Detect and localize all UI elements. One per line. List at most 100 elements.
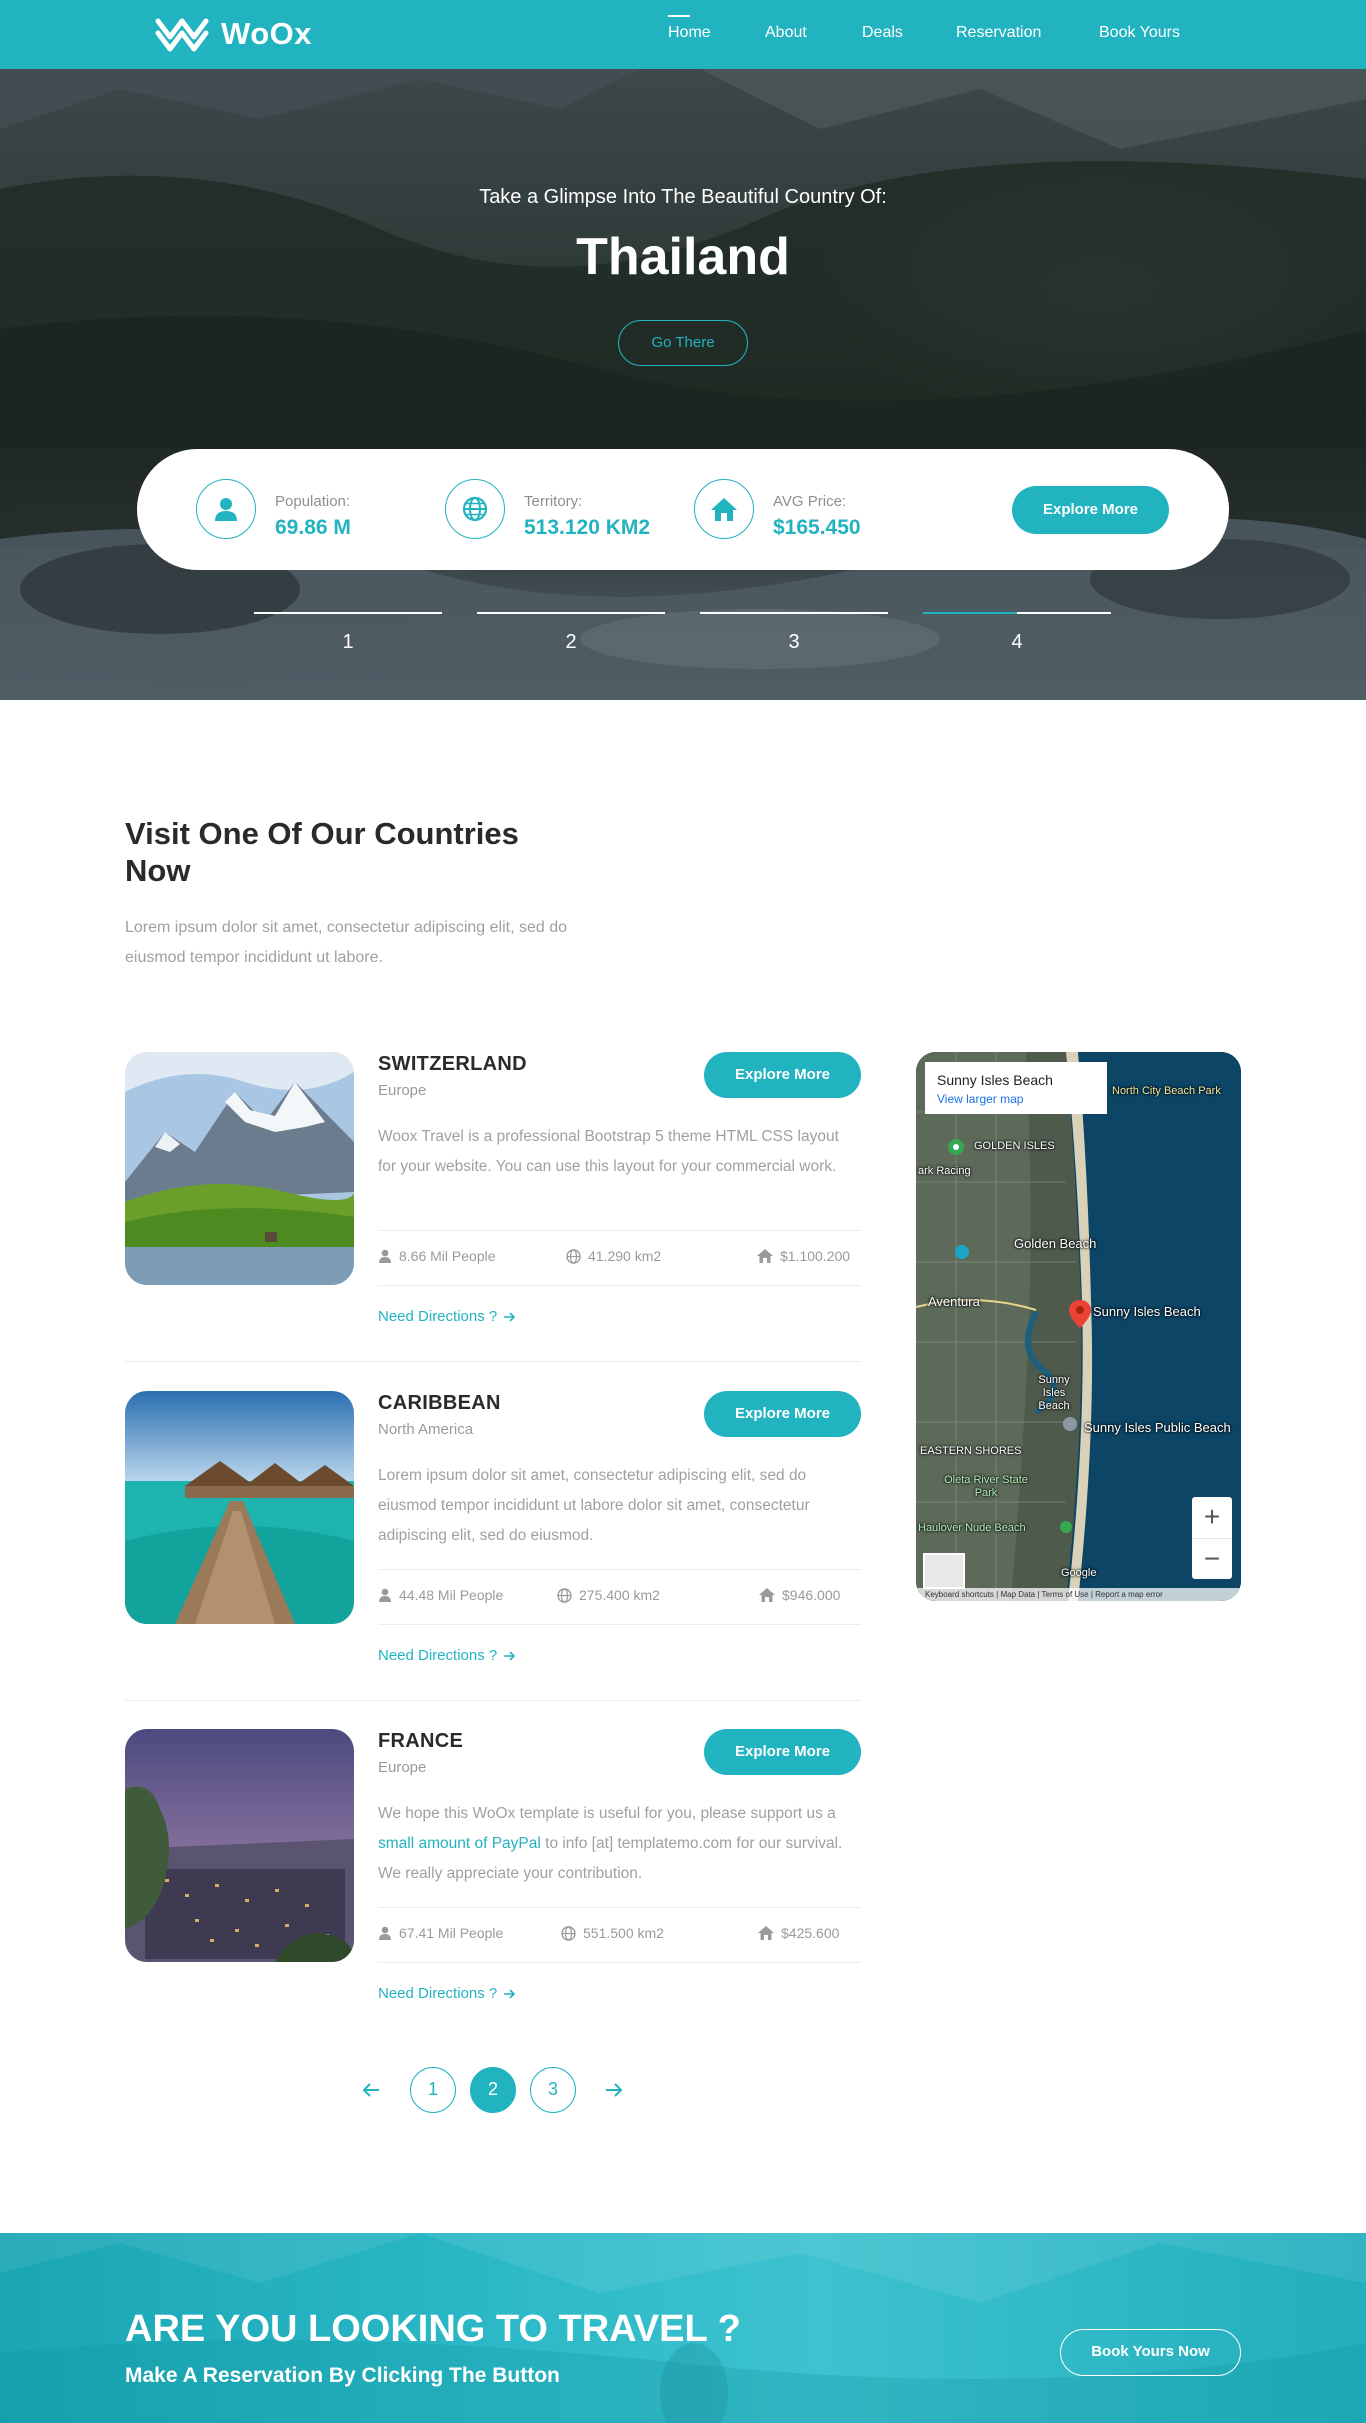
user-icon	[379, 1588, 391, 1602]
people-value: 8.66 Mil People	[399, 1248, 496, 1264]
map-label: Oleta River State Park	[944, 1474, 1028, 1499]
explore-more-button[interactable]: Explore More	[1012, 486, 1169, 534]
page-3-button[interactable]: 3	[530, 2067, 576, 2113]
user-icon	[379, 1926, 391, 1940]
google-logo: Google	[1061, 1567, 1097, 1579]
user-icon	[196, 479, 256, 539]
price-value: $425.600	[781, 1925, 840, 1941]
map-label: EASTERN SHORES	[920, 1445, 1022, 1457]
switzerland-image	[125, 1052, 354, 1285]
territory-label: Territory:	[524, 493, 583, 510]
slide-tab-4[interactable]: 4	[923, 612, 1111, 662]
country-region: Europe	[378, 1759, 427, 1776]
globe-icon	[557, 1587, 572, 1603]
slide-number: 3	[788, 631, 800, 653]
area-value: 275.400 km2	[579, 1587, 660, 1603]
home-icon	[757, 1249, 773, 1263]
slide-tab-1[interactable]: 1	[254, 612, 442, 662]
slide-line	[254, 612, 442, 614]
slide-line	[923, 612, 1111, 614]
zoom-in-button[interactable]: +	[1192, 1497, 1232, 1537]
area-value: 41.290 km2	[588, 1248, 662, 1264]
people-stat: 44.48 Mil People	[378, 1587, 503, 1603]
page-1-button[interactable]: 1	[410, 2067, 456, 2113]
need-directions-link[interactable]: Need Directions ?	[378, 1308, 516, 1325]
slide-line	[700, 612, 888, 614]
country-name: SWITZERLAND	[378, 1053, 527, 1075]
hero-subtitle: Take a Glimpse Into The Beautiful Countr…	[479, 186, 887, 208]
nav-book-yours[interactable]: Book Yours	[1099, 24, 1180, 42]
map-label: Sunny Isles Public Beach	[1084, 1420, 1231, 1435]
home-icon	[759, 1588, 775, 1602]
price-value: $946.000	[782, 1587, 841, 1603]
country-name: FRANCE	[378, 1730, 464, 1752]
view-larger-map-link[interactable]: View larger map	[937, 1092, 1095, 1106]
france-image	[125, 1729, 354, 1962]
map-label: Golden Beach	[1014, 1236, 1097, 1251]
explore-more-button[interactable]: Explore More	[704, 1729, 861, 1775]
previous-page-icon[interactable]	[359, 2078, 383, 2102]
hero-background-image	[0, 69, 1366, 700]
home-icon	[694, 479, 754, 539]
slide-number: 1	[342, 631, 354, 653]
go-there-button[interactable]: Go There	[618, 320, 748, 366]
directions-label: Need Directions ?	[378, 1985, 498, 2002]
directions-label: Need Directions ?	[378, 1647, 498, 1664]
slide-line	[477, 612, 665, 614]
map-place-name: Sunny Isles Beach	[937, 1072, 1053, 1088]
area-stat: 275.400 km2	[557, 1587, 660, 1603]
paypal-link[interactable]: small amount of PayPal	[378, 1835, 541, 1852]
avg-price-value: $165.450	[773, 516, 861, 539]
slide-tab-2[interactable]: 2	[477, 612, 665, 662]
nav-about[interactable]: About	[765, 24, 807, 42]
explore-more-button[interactable]: Explore More	[704, 1052, 861, 1098]
explore-more-button[interactable]: Explore More	[704, 1391, 861, 1437]
nav-reservation[interactable]: Reservation	[956, 24, 1041, 42]
reservation-cta-banner: ARE YOU LOOKING TO TRAVEL ? Make A Reser…	[0, 2233, 1366, 2423]
nav-deals[interactable]: Deals	[862, 24, 903, 42]
area-stat: 41.290 km2	[566, 1248, 661, 1264]
people-value: 67.41 Mil People	[399, 1925, 504, 1941]
book-yours-now-button[interactable]: Book Yours Now	[1060, 2329, 1241, 2376]
country-region: North America	[378, 1421, 474, 1438]
map-footer[interactable]: Keyboard shortcuts | Map Data | Terms of…	[916, 1588, 1241, 1601]
hero-title: Thailand	[576, 228, 790, 286]
site-header: WoOx Home About Deals Reservation Book Y…	[0, 0, 1366, 69]
user-icon	[379, 1249, 391, 1263]
page-2-button[interactable]: 2	[470, 2067, 516, 2113]
country-stats: 8.66 Mil People 41.290 km2 $1.100.200	[378, 1230, 861, 1286]
globe-icon	[445, 479, 505, 539]
arrow-right-icon	[504, 1650, 516, 1661]
globe-icon	[561, 1925, 576, 1941]
slide-tab-3[interactable]: 3	[700, 612, 888, 662]
caribbean-image	[125, 1391, 354, 1624]
map-label: Sunny Isles Beach	[1038, 1374, 1070, 1412]
slide-number: 4	[1011, 631, 1023, 653]
country-description: We hope this WoOx template is useful for…	[378, 1799, 861, 1889]
slide-number: 2	[565, 631, 577, 653]
country-description: Lorem ipsum dolor sit amet, consectetur …	[378, 1467, 810, 1544]
embedded-map[interactable]: Sunny Isles Beach View larger map North …	[916, 1052, 1241, 1601]
country-stats: 67.41 Mil People 551.500 km2 $425.600	[378, 1907, 861, 1963]
divider	[125, 1361, 861, 1362]
directions-label: Need Directions ?	[378, 1308, 498, 1325]
logo-text: WoOx	[221, 16, 312, 51]
people-value: 44.48 Mil People	[399, 1587, 504, 1603]
zoom-out-button[interactable]: −	[1192, 1538, 1232, 1578]
map-label: Aventura	[928, 1294, 980, 1309]
area-value: 551.500 km2	[583, 1925, 664, 1941]
nav-home[interactable]: Home	[668, 15, 711, 42]
price-stat: $425.600	[758, 1925, 839, 1941]
map-label: North City Beach Park	[1112, 1085, 1221, 1097]
globe-icon	[566, 1248, 581, 1264]
price-value: $1.100.200	[780, 1248, 851, 1264]
area-stat: 551.500 km2	[561, 1925, 664, 1941]
next-page-icon[interactable]	[602, 2078, 626, 2102]
avg-price-label: AVG Price:	[773, 493, 847, 510]
countries-section-description: Lorem ipsum dolor sit amet, consectetur …	[125, 919, 567, 966]
need-directions-link[interactable]: Need Directions ?	[378, 1647, 516, 1664]
need-directions-link[interactable]: Need Directions ?	[378, 1985, 516, 2002]
divider	[125, 1700, 861, 1701]
map-label: Haulover Nude Beach	[918, 1522, 1026, 1534]
logo[interactable]: WoOx	[155, 13, 312, 55]
